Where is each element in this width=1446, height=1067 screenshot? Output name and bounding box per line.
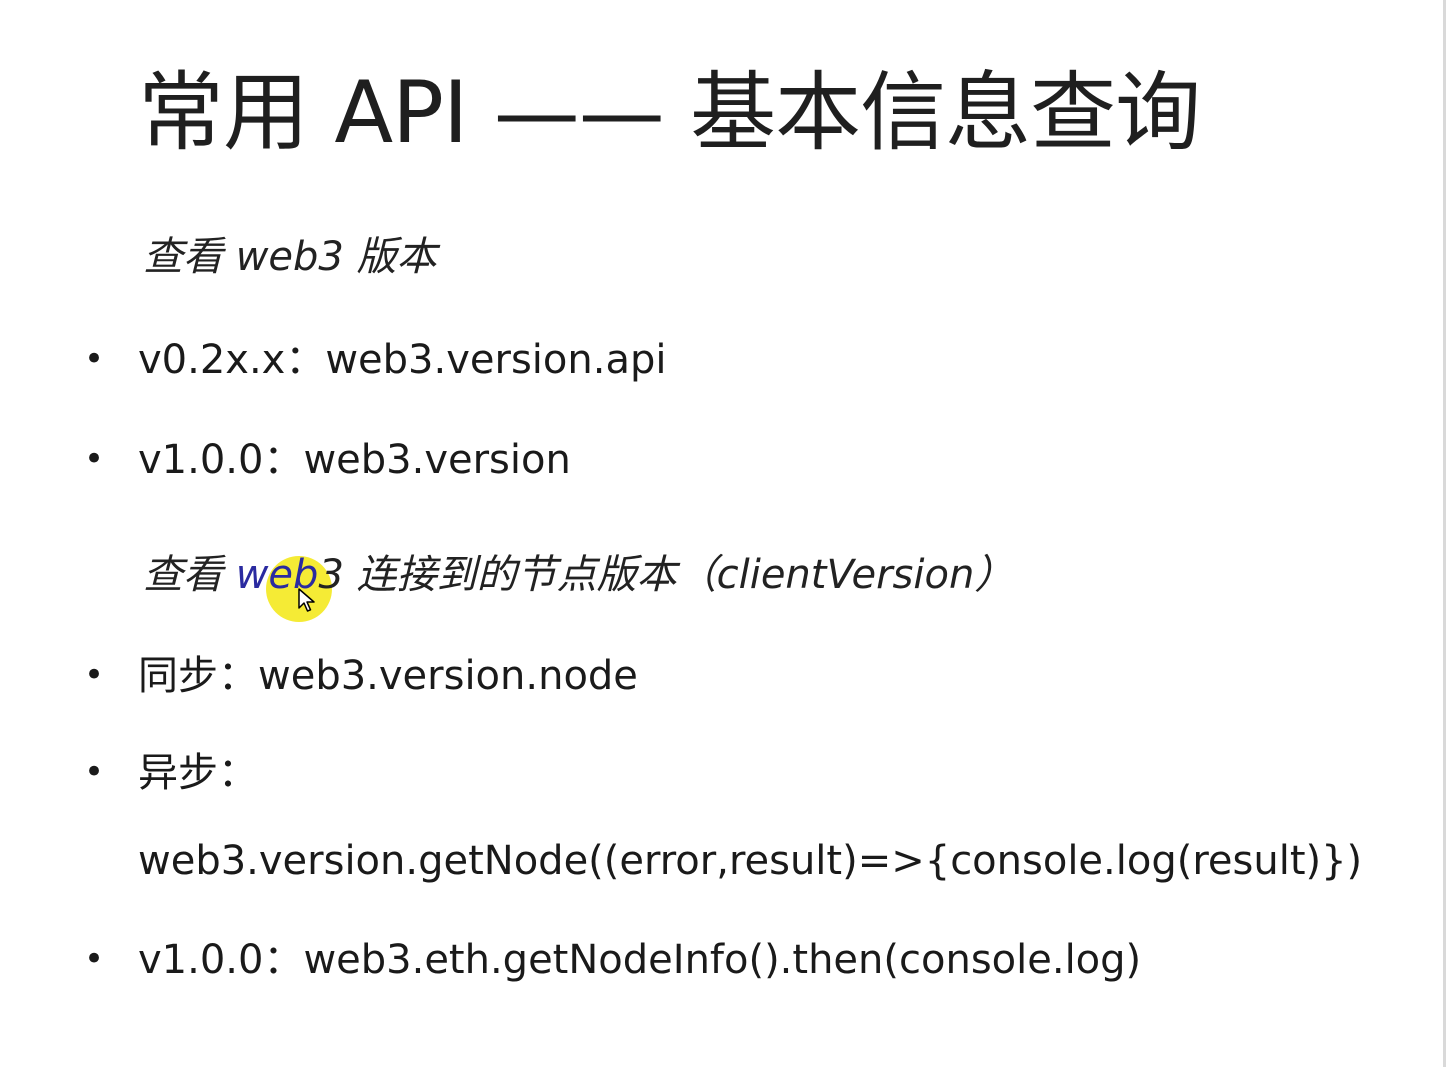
slide-title: 常用 API —— 基本信息查询	[138, 63, 1201, 163]
bullet-icon: •	[84, 752, 105, 792]
section-heading-node-version: 查看 web3 连接到的节点版本（clientVersion）	[143, 550, 1014, 600]
bullet-icon: •	[84, 939, 105, 979]
list-item-api-version-old: v0.2x.x：web3.version.api	[138, 337, 667, 383]
list-item-sync: 同步：web3.version.node	[138, 653, 638, 699]
list-item-async-code: web3.version.getNode((error,result)=>{co…	[138, 838, 1363, 884]
bullet-icon: •	[84, 439, 105, 479]
mouse-cursor-icon	[298, 588, 315, 612]
list-item-api-version-new: v1.0.0：web3.version	[138, 437, 571, 483]
slide: 常用 API —— 基本信息查询 查看 web3 版本 • v0.2x.x：we…	[0, 0, 1446, 1067]
bullet-icon: •	[84, 339, 105, 379]
bullet-icon: •	[84, 655, 105, 695]
heading-text-after: 3 连接到的节点版本（clientVersion）	[318, 552, 1015, 598]
list-item-async: 异步：	[138, 750, 258, 796]
list-item-node-info: v1.0.0：web3.eth.getNodeInfo().then(conso…	[138, 937, 1142, 983]
heading-text-before: 查看	[143, 552, 236, 598]
section-heading-version: 查看 web3 版本	[143, 234, 437, 280]
